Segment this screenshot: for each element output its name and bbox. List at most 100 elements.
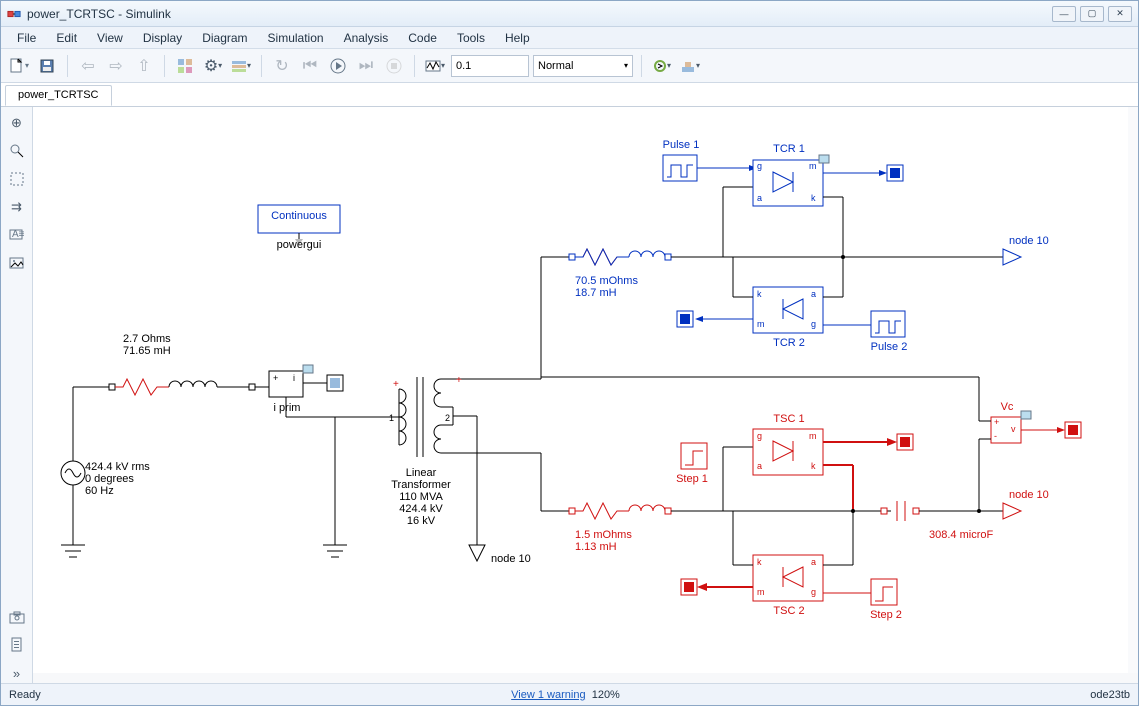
menu-code[interactable]: Code (398, 29, 447, 47)
step-back-button[interactable]: ⏮ (298, 54, 322, 78)
step1-label: Step 1 (672, 473, 712, 485)
menu-analysis[interactable]: Analysis (334, 29, 399, 47)
maximize-button[interactable]: ▢ (1080, 6, 1104, 22)
tsc2-g: g (811, 587, 816, 597)
status-warning-link[interactable]: View 1 warning (511, 689, 585, 701)
menu-tools[interactable]: Tools (447, 29, 495, 47)
svg-text:+: + (393, 379, 399, 390)
run-button[interactable] (326, 54, 350, 78)
hide-sample-time-icon[interactable]: ⇉ (7, 197, 27, 217)
step2-label: Step 2 (866, 609, 906, 621)
status-ready: Ready (9, 689, 41, 701)
pulse2-label: Pulse 2 (869, 341, 909, 353)
canvas-toolbar: ⊕ ⇉ A≡ » (1, 107, 33, 683)
menu-view[interactable]: View (87, 29, 133, 47)
back-button[interactable]: ⇦ (76, 54, 100, 78)
status-solver: ode23tb (1090, 689, 1130, 701)
close-button[interactable]: ✕ (1108, 6, 1132, 22)
stop-time-input[interactable] (451, 55, 529, 77)
tcr2-a: a (811, 289, 816, 299)
tcr1-a: a (757, 193, 762, 203)
tsc1-k: k (811, 461, 816, 471)
tab-bar: power_TCRTSC (1, 83, 1138, 107)
tcr1-k: k (811, 193, 816, 203)
tsc1-a: a (757, 461, 762, 471)
rl-red-label: 1.5 mOhms 1.13 mH (575, 529, 632, 553)
hide-browser-icon[interactable]: ⊕ (7, 113, 27, 133)
fit-icon[interactable] (7, 169, 27, 189)
iprim-plus: + (273, 373, 278, 383)
menu-bar: File Edit View Display Diagram Simulatio… (1, 27, 1138, 49)
tcr1-m: m (809, 161, 817, 171)
forward-button[interactable]: ⇨ (104, 54, 128, 78)
tsc2-a: a (811, 557, 816, 567)
annotation-icon[interactable]: A≡ (7, 225, 27, 245)
diagram-canvas[interactable]: + + Continuous powergui 2.7 Ohms 71.65 m… (33, 107, 1138, 683)
window-title: power_TCRTSC - Simulink (27, 7, 171, 21)
vc-label: Vc (997, 401, 1017, 413)
transformer-node-label: node 10 (491, 553, 531, 565)
node10-top-label: node 10 (1009, 235, 1049, 247)
step-forward-button[interactable]: ⏭ (354, 54, 378, 78)
source-label: 424.4 kV rms 0 degrees 60 Hz (85, 461, 150, 497)
tcr2-k: k (757, 289, 762, 299)
simulink-icon (7, 7, 21, 21)
tcr1-label: TCR 1 (769, 143, 809, 155)
model-explorer-button[interactable]: ▾ (229, 54, 253, 78)
rl-blue-label: 70.5 mOhms 18.7 mH (575, 275, 638, 299)
diagram-svg: + + (33, 107, 1133, 673)
tsc2-k: k (757, 557, 762, 567)
scope-button[interactable]: ▾ (423, 54, 447, 78)
model-tab[interactable]: power_TCRTSC (5, 85, 112, 106)
pulse1-label: Pulse 1 (661, 139, 701, 151)
menu-simulation[interactable]: Simulation (258, 29, 334, 47)
menu-diagram[interactable]: Diagram (192, 29, 257, 47)
rl-primary-label: 2.7 Ohms 71.65 mH (123, 333, 171, 357)
node10-bottom-label: node 10 (1009, 489, 1049, 501)
menu-help[interactable]: Help (495, 29, 540, 47)
simulation-mode-select[interactable]: Normal▾ (533, 55, 633, 77)
menu-display[interactable]: Display (133, 29, 192, 47)
tsc2-label: TSC 2 (769, 605, 809, 617)
vc-v: v (1011, 424, 1016, 434)
xfmr-1: 1 (389, 413, 394, 423)
vc-minus: - (994, 431, 997, 441)
toolbar: ▾ ⇦ ⇨ ⇧ ⚙▾ ▾ ↻ ⏮ ⏭ ▾ Normal▾ ▾ ▾ (1, 49, 1138, 83)
powergui-label: powergui (267, 239, 331, 251)
svg-text:+: + (456, 375, 462, 386)
save-button[interactable] (35, 54, 59, 78)
title-bar: power_TCRTSC - Simulink — ▢ ✕ (1, 1, 1138, 27)
status-zoom: 120% (592, 689, 620, 701)
iprim-i: i (293, 373, 295, 383)
stop-button[interactable] (382, 54, 406, 78)
tcr2-g: g (811, 319, 816, 329)
build-button[interactable]: ▾ (678, 54, 702, 78)
image-icon[interactable] (7, 253, 27, 273)
tcr2-label: TCR 2 (769, 337, 809, 349)
svg-text:A≡: A≡ (12, 229, 25, 240)
update-diagram-button[interactable]: ▾ (650, 54, 674, 78)
tcr1-g: g (757, 161, 762, 171)
new-button[interactable]: ▾ (7, 54, 31, 78)
more-icon[interactable]: » (7, 663, 27, 683)
model-config-button[interactable]: ⚙▾ (201, 54, 225, 78)
vc-plus: + (994, 417, 999, 427)
library-browser-button[interactable] (173, 54, 197, 78)
fast-restart-button[interactable]: ↻ (270, 54, 294, 78)
menu-edit[interactable]: Edit (46, 29, 87, 47)
tsc1-m: m (809, 431, 817, 441)
menu-file[interactable]: File (7, 29, 46, 47)
record-icon[interactable] (7, 635, 27, 655)
horizontal-scrollbar[interactable] (33, 673, 1138, 683)
zoom-icon[interactable] (7, 141, 27, 161)
powergui-title[interactable]: Continuous (264, 210, 334, 222)
tsc2-m: m (757, 587, 765, 597)
up-button[interactable]: ⇧ (132, 54, 156, 78)
workspace: ⊕ ⇉ A≡ » (1, 107, 1138, 683)
tcr2-m: m (757, 319, 765, 329)
minimize-button[interactable]: — (1052, 6, 1076, 22)
tsc1-label: TSC 1 (769, 413, 809, 425)
tsc1-g: g (757, 431, 762, 441)
screenshot-icon[interactable] (7, 607, 27, 627)
capacitor-label: 308.4 microF (929, 529, 993, 541)
